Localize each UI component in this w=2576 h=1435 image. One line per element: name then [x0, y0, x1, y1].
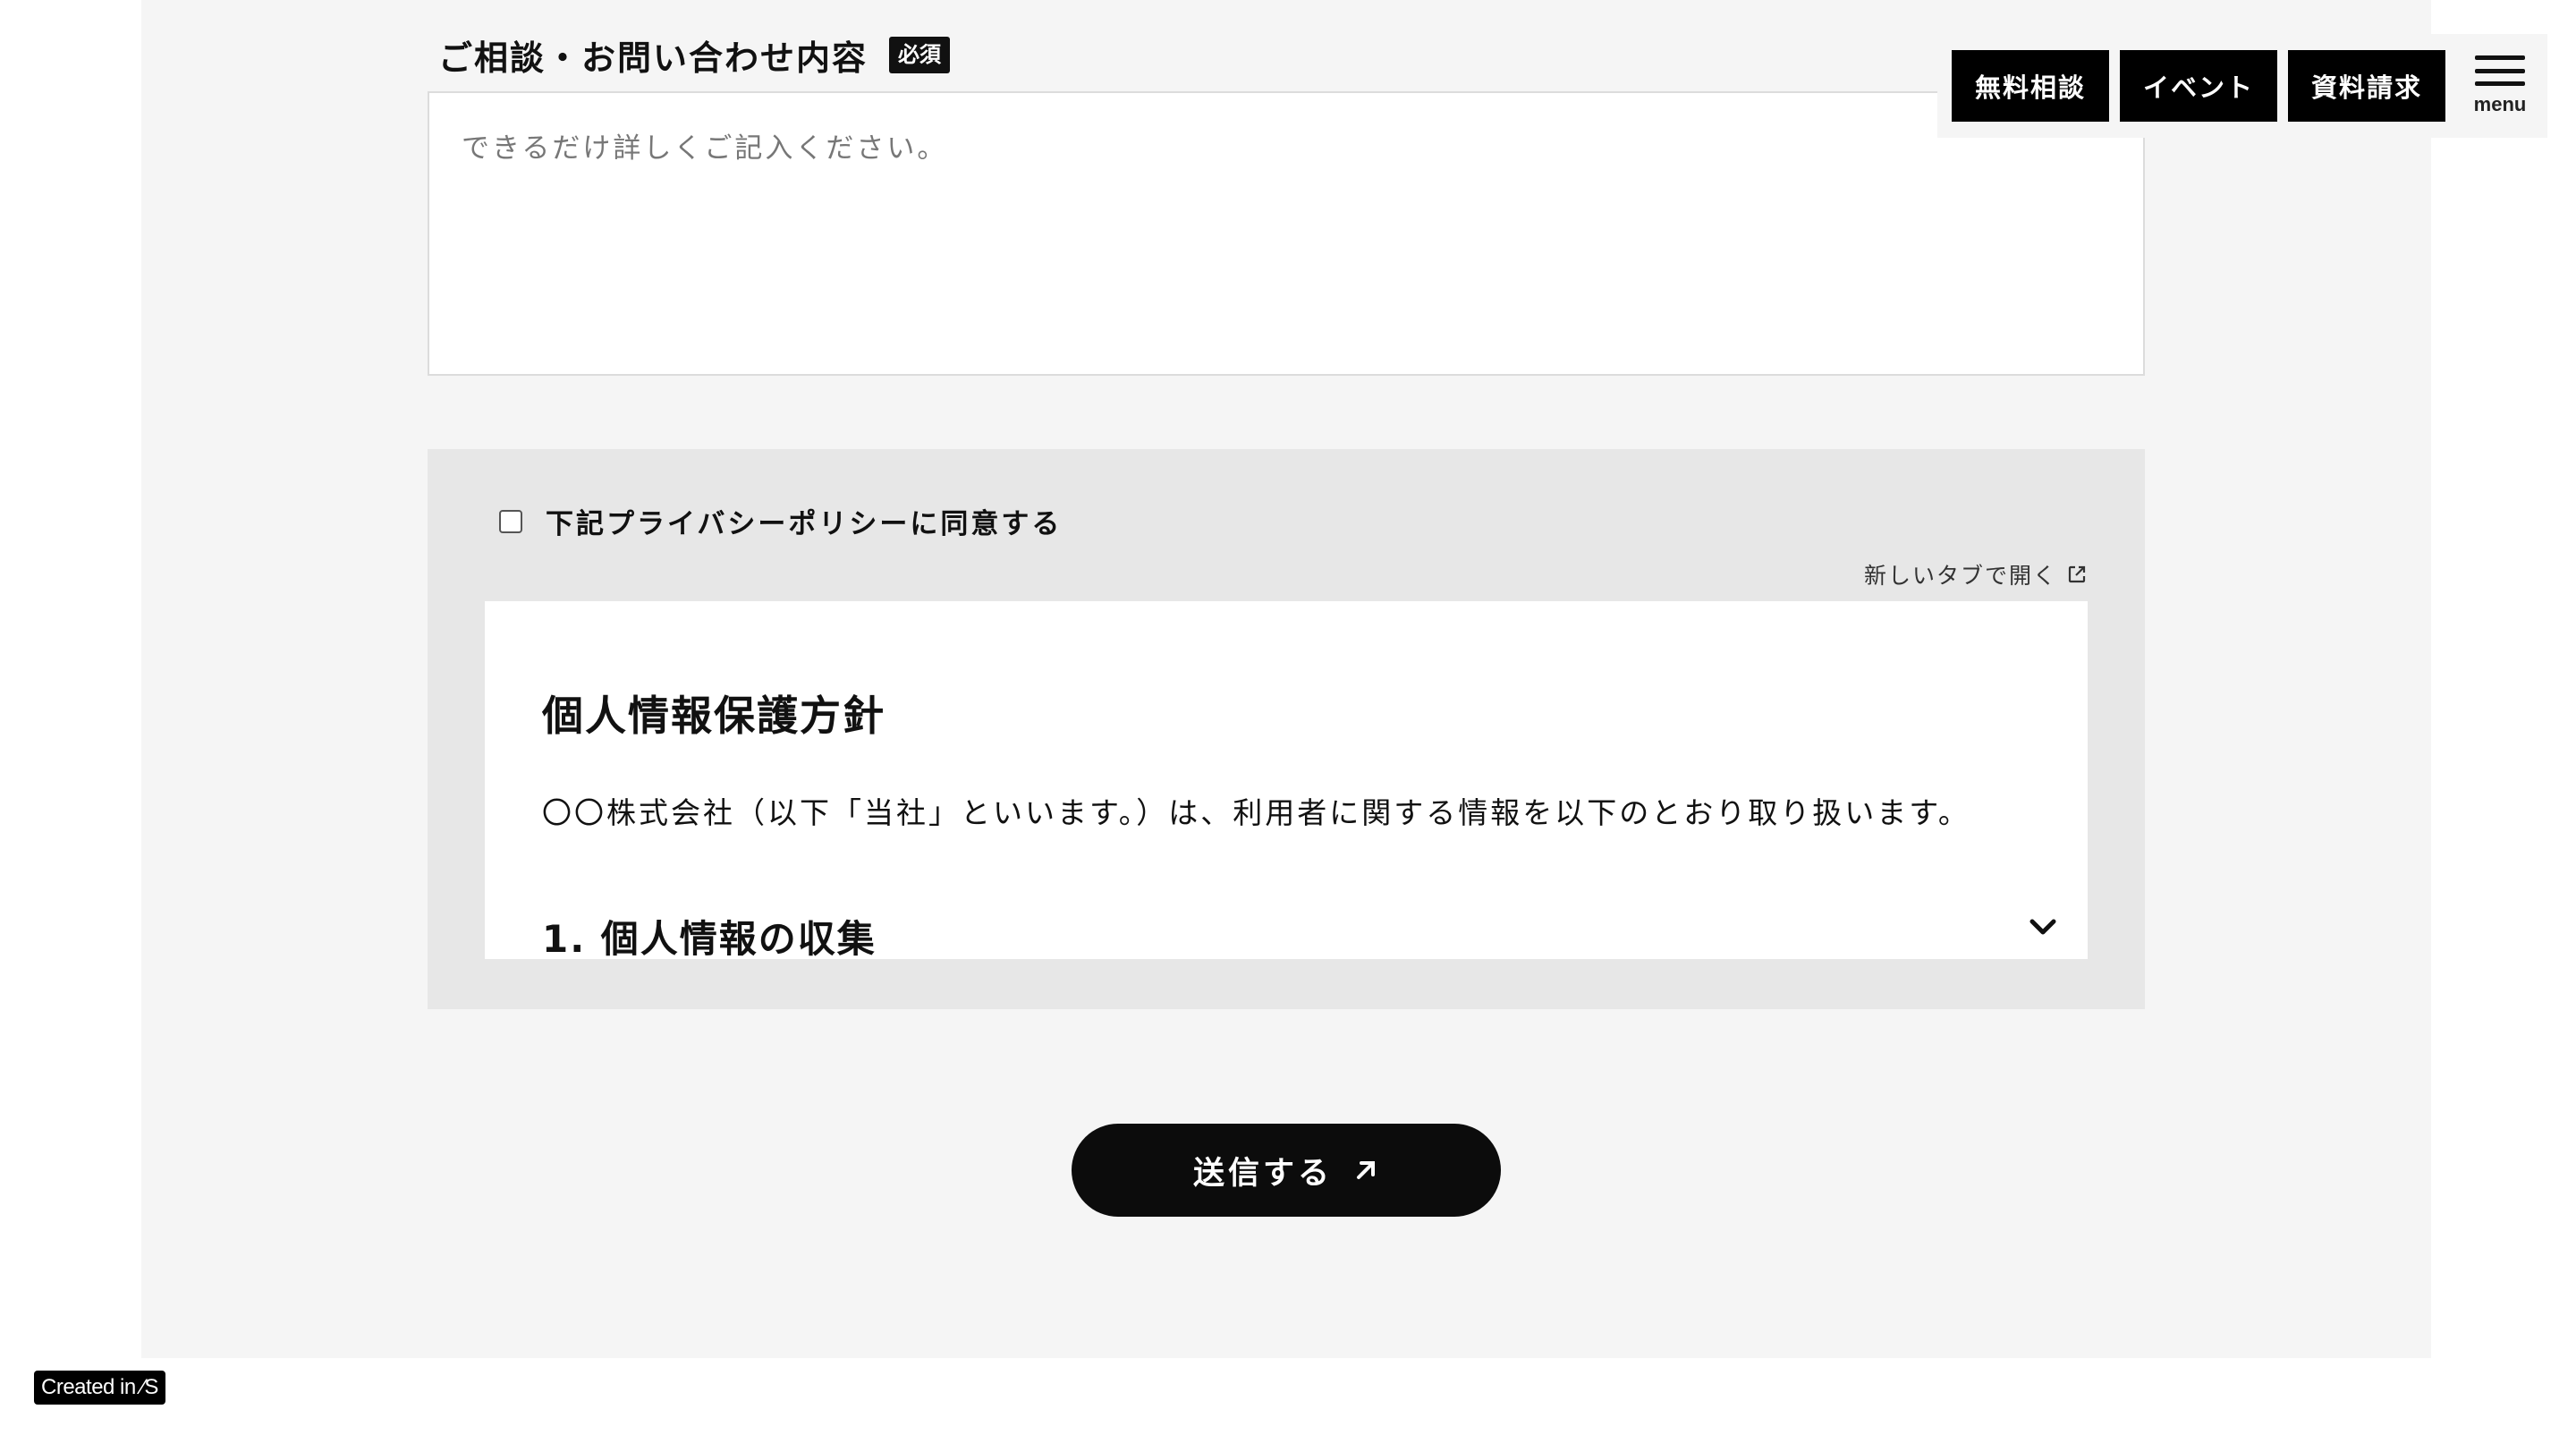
nav-free-consultation-button[interactable]: 無料相談	[1952, 50, 2109, 122]
external-link-icon	[2068, 565, 2086, 583]
created-in-badge[interactable]: Created in ⁄S	[34, 1371, 165, 1405]
submit-label: 送信する	[1192, 1155, 1333, 1191]
inquiry-label-text: ご相談・お問い合わせ内容	[438, 38, 869, 78]
open-policy-new-tab-link[interactable]: 新しいタブで開く	[1864, 558, 2088, 590]
menu-label: menu	[2473, 93, 2527, 115]
policy-title: 個人情報保護方針	[542, 692, 886, 740]
open-new-tab-label[interactable]: 新しいタブで開く	[1864, 558, 2057, 590]
privacy-agree-row[interactable]: 下記プライバシーポリシーに同意する	[499, 501, 1062, 541]
privacy-agree-checkbox[interactable]	[499, 509, 522, 533]
required-badge: 必須	[889, 37, 951, 73]
policy-section-heading: 1. 個人情報の収集	[542, 917, 877, 959]
privacy-policy-section: 下記プライバシーポリシーに同意する 新しいタブで開く 個人情報保護方針 〇〇株式…	[428, 449, 2145, 1009]
policy-intro-text: 〇〇株式会社（以下「当社」といいます。）は、利用者に関する情報を以下のとおり取り…	[542, 795, 1970, 830]
privacy-policy-panel[interactable]: 個人情報保護方針 〇〇株式会社（以下「当社」といいます。）は、利用者に関する情報…	[485, 601, 2088, 959]
header-nav: 無料相談 イベント 資料請求 menu	[1937, 34, 2547, 138]
chevron-down-icon[interactable]	[2025, 909, 2061, 945]
submit-button[interactable]: 送信する	[1072, 1124, 1501, 1217]
nav-event-button[interactable]: イベント	[2120, 50, 2277, 122]
hamburger-icon	[2475, 55, 2525, 86]
menu-button[interactable]: menu	[2460, 55, 2540, 127]
inquiry-message-textarea[interactable]	[428, 91, 2145, 376]
nav-request-materials-button[interactable]: 資料請求	[2288, 50, 2445, 122]
arrow-up-right-icon	[1357, 1161, 1375, 1179]
privacy-agree-label[interactable]: 下記プライバシーポリシーに同意する	[546, 501, 1062, 541]
inquiry-field-label: ご相談・お問い合わせ内容 必須	[438, 30, 951, 80]
